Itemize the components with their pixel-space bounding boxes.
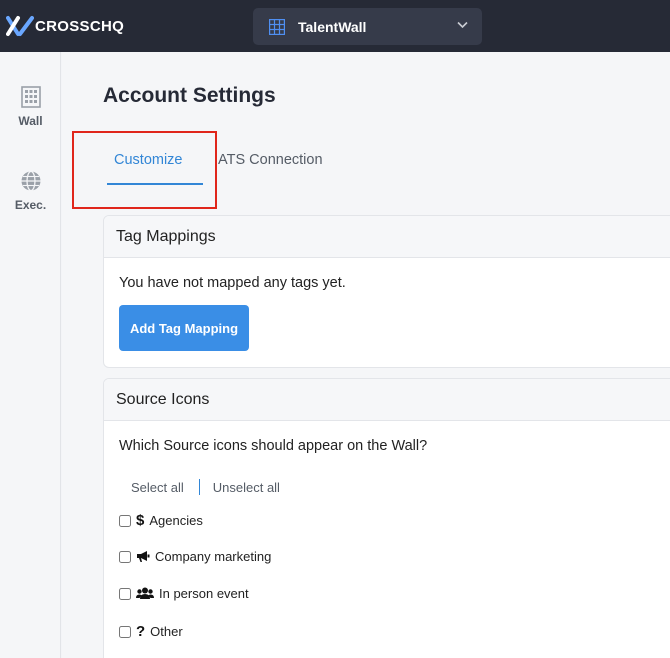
tab-ats-connection[interactable]: ATS Connection xyxy=(218,152,323,168)
option-label: Other xyxy=(150,624,183,639)
sidebar-item-wall[interactable]: Wall xyxy=(0,86,61,128)
megaphone-icon xyxy=(136,550,150,563)
active-tab-indicator xyxy=(107,183,203,185)
users-icon xyxy=(136,587,154,600)
option-label: Company marketing xyxy=(155,549,272,564)
source-option-other[interactable]: ? Other xyxy=(119,623,183,640)
select-links: Select all Unselect all xyxy=(131,479,280,495)
main-content: Account Settings Customize ATS Connectio… xyxy=(62,52,670,658)
source-option-company-marketing[interactable]: Company marketing xyxy=(119,549,271,564)
source-icons-card: Source Icons Which Source icons should a… xyxy=(103,378,670,658)
source-icons-question: Which Source icons should appear on the … xyxy=(119,438,428,454)
sidebar-item-label: Exec. xyxy=(14,198,47,212)
wall-selector-label: TalentWall xyxy=(298,18,367,35)
unselect-all-link[interactable]: Unselect all xyxy=(213,480,280,495)
divider xyxy=(198,479,200,495)
source-option-agencies[interactable]: $ Agencies xyxy=(119,512,203,529)
card-header: Source Icons xyxy=(104,379,670,421)
logo-text: CROSSCHQ xyxy=(35,17,125,35)
select-all-link[interactable]: Select all xyxy=(131,480,184,495)
globe-icon xyxy=(21,170,40,192)
grid-building-icon xyxy=(269,18,285,35)
option-label: In person event xyxy=(159,586,249,601)
source-option-in-person-event[interactable]: In person event xyxy=(119,586,249,601)
question-icon: ? xyxy=(136,623,146,640)
dollar-icon: $ xyxy=(136,512,145,529)
tab-customize[interactable]: Customize xyxy=(114,152,183,168)
sidebar-item-label: Wall xyxy=(18,114,43,128)
card-header: Tag Mappings xyxy=(104,216,670,258)
in-person-event-checkbox[interactable] xyxy=(119,587,131,600)
chevron-down-icon xyxy=(457,21,468,29)
sidebar-item-exec[interactable]: Exec. xyxy=(0,170,61,212)
wall-selector-dropdown[interactable]: TalentWall xyxy=(253,8,482,45)
empty-state-text: You have not mapped any tags yet. xyxy=(119,275,346,291)
tag-mappings-card: Tag Mappings You have not mapped any tag… xyxy=(103,215,670,368)
other-checkbox[interactable] xyxy=(119,625,131,638)
page-title: Account Settings xyxy=(103,84,276,107)
building-grid-icon xyxy=(20,86,41,108)
crosschq-logo-mark-icon xyxy=(6,16,34,36)
highlight-annotation-box xyxy=(72,131,217,209)
sidebar: Wall Exec. xyxy=(0,52,61,658)
crosschq-logo[interactable]: CROSSCHQ xyxy=(6,15,124,37)
agencies-checkbox[interactable] xyxy=(119,514,131,527)
option-label: Agencies xyxy=(149,513,203,528)
top-bar: CROSSCHQ TalentWall xyxy=(0,0,670,52)
add-tag-mapping-button[interactable]: Add Tag Mapping xyxy=(119,305,249,351)
company-marketing-checkbox[interactable] xyxy=(119,550,131,563)
